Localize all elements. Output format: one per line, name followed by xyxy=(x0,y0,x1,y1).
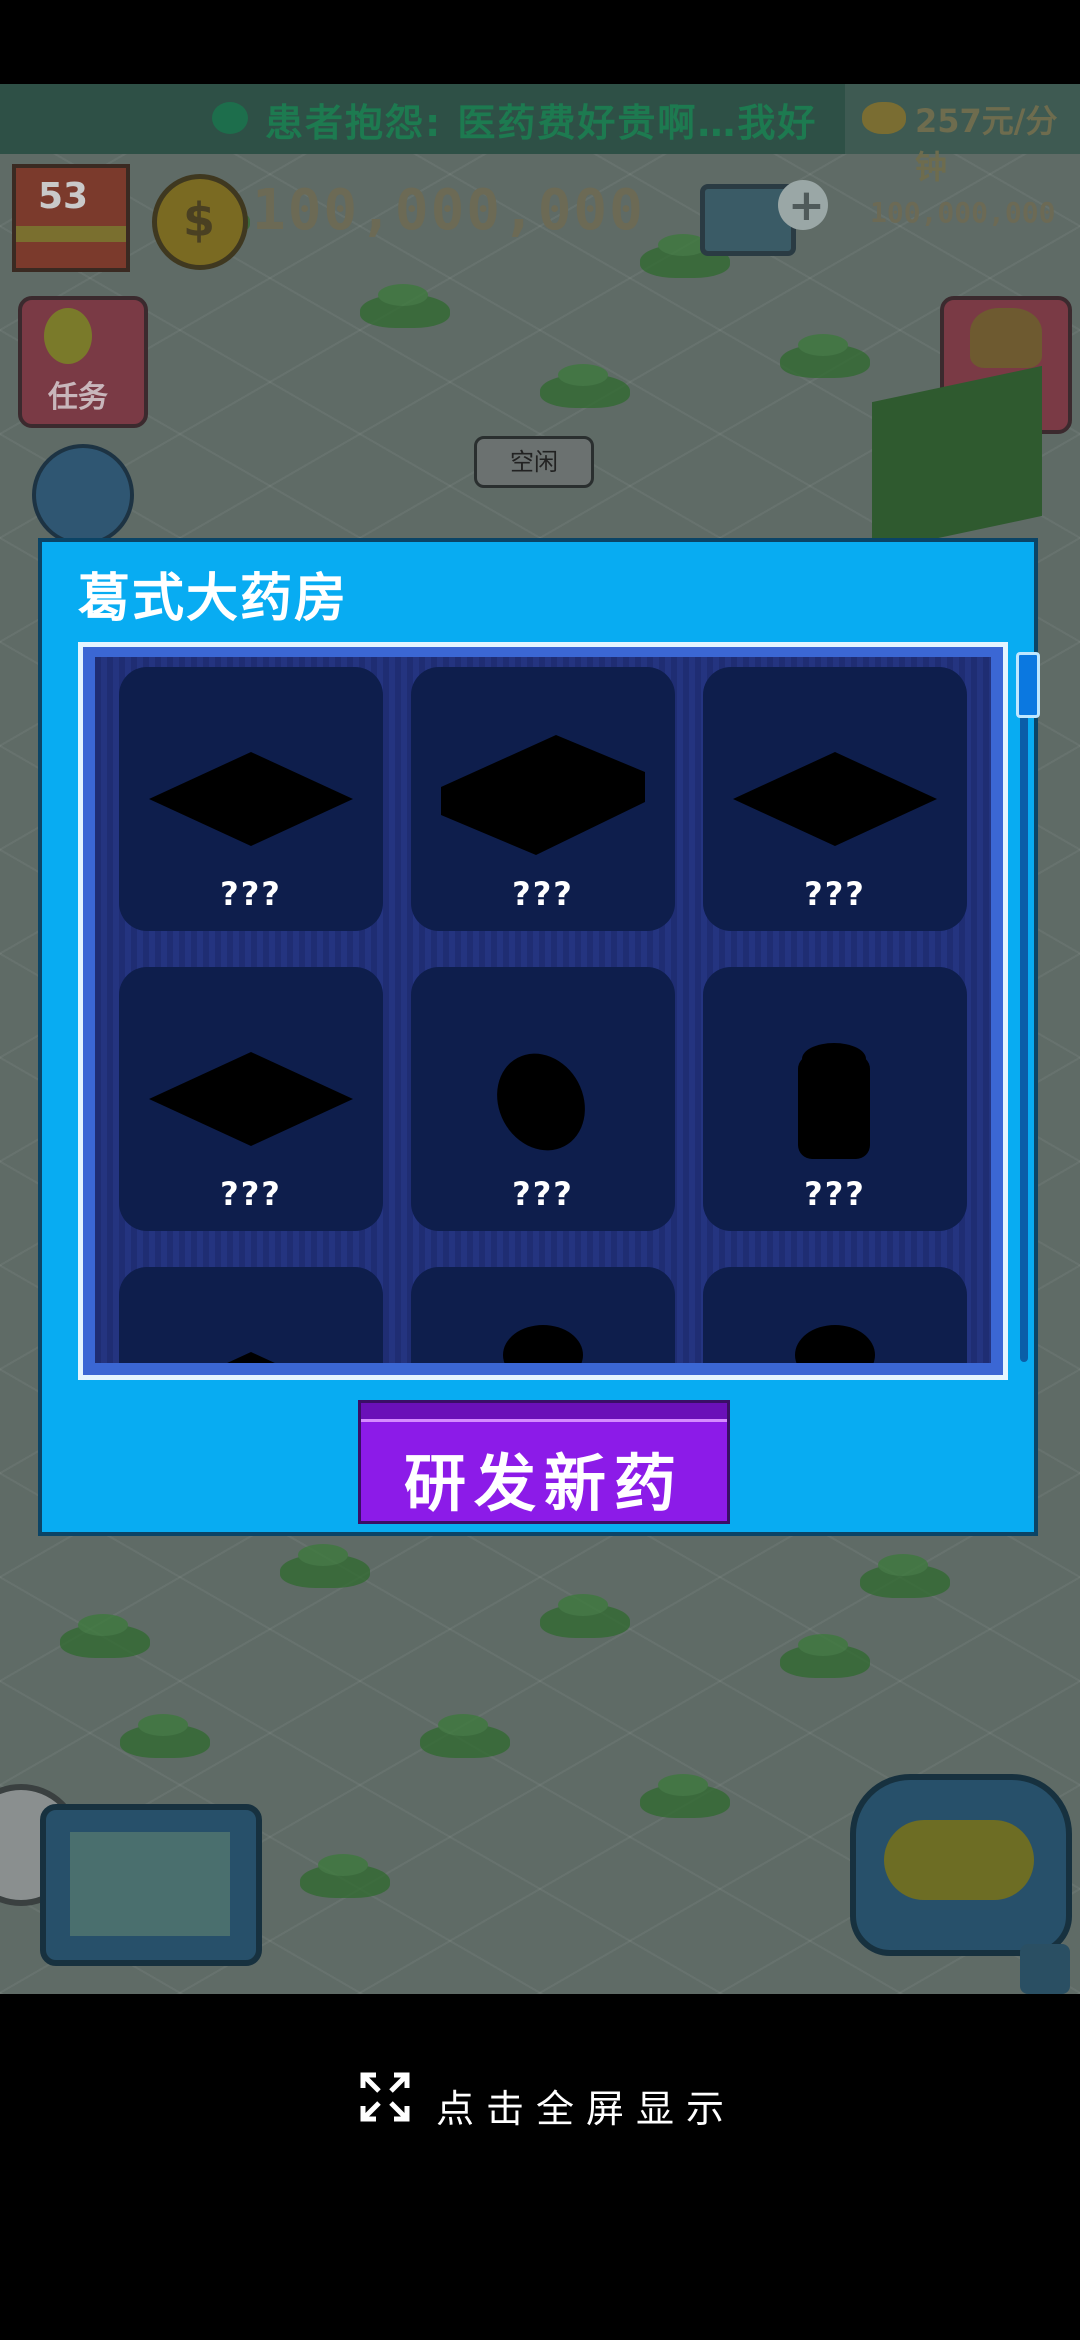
pharmacy-dialog: 葛式大药房 ?????????????????? 研发新药 xyxy=(38,538,1040,1536)
level-number: 53 xyxy=(38,176,89,217)
medicine-name: ??? xyxy=(804,875,866,913)
medicine-card[interactable]: ??? xyxy=(411,667,675,931)
bush-decoration xyxy=(280,1544,370,1588)
cat-capsule-button[interactable] xyxy=(850,1774,1072,1956)
bush-decoration xyxy=(640,1774,730,1818)
develop-new-drug-button[interactable]: 研发新药 xyxy=(358,1400,730,1524)
medicine-card[interactable]: ??? xyxy=(119,667,383,931)
task-label: 任务 xyxy=(48,380,108,415)
medicine-card[interactable] xyxy=(411,1267,675,1363)
level-flag[interactable]: 53 xyxy=(12,164,130,272)
medicine-silhouette-icon xyxy=(503,1325,583,1363)
add-coins-button[interactable]: + xyxy=(778,180,828,231)
medicine-name: ??? xyxy=(804,1175,866,1213)
medicine-grid-frame: ?????????????????? xyxy=(78,642,1008,1380)
lightbulb-icon xyxy=(44,308,92,364)
bush-decoration xyxy=(540,364,630,408)
expand-icon xyxy=(360,2072,410,2122)
bush-decoration xyxy=(860,1554,950,1598)
secondary-balance: 100,000,000 xyxy=(870,196,1056,229)
bush-decoration xyxy=(780,1634,870,1678)
flag-stripe xyxy=(16,226,126,242)
medicine-silhouette-icon xyxy=(227,1352,275,1363)
medicine-name: ??? xyxy=(512,875,574,913)
medicine-silhouette-icon xyxy=(795,1325,875,1363)
medicine-name: ??? xyxy=(220,875,282,913)
complaint-text: 患者抱怨: 医药费好贵啊…我好 xyxy=(265,101,818,145)
complaint-banner: 患者抱怨: 医药费好贵啊…我好 257元/分钟 xyxy=(0,84,1080,186)
burger-icon xyxy=(970,308,1042,368)
bush-decoration xyxy=(120,1714,210,1758)
ambulance-button[interactable] xyxy=(32,444,134,546)
bush-decoration xyxy=(420,1714,510,1758)
medicine-card[interactable]: ??? xyxy=(411,967,675,1231)
medicine-card[interactable]: ??? xyxy=(703,667,967,931)
medicine-card[interactable]: ??? xyxy=(119,967,383,1231)
plus-icon: + xyxy=(788,180,825,231)
medicine-name: ??? xyxy=(220,1175,282,1213)
piggy-bank-icon xyxy=(862,102,906,134)
scrollbar-track[interactable] xyxy=(1020,652,1028,1362)
medicine-grid[interactable]: ?????????????????? xyxy=(95,657,991,1363)
building-decoration xyxy=(872,365,1042,553)
medicine-card[interactable] xyxy=(703,1267,967,1363)
tv-menu-button[interactable] xyxy=(40,1804,262,1966)
tv-screen xyxy=(70,1832,230,1936)
bush-decoration xyxy=(540,1594,630,1638)
status-bubble-text: 空闲 xyxy=(510,448,558,476)
medicine-card[interactable]: ??? xyxy=(703,967,967,1231)
coin-balance: 100,000,000 xyxy=(252,178,645,243)
dialog-title: 葛式大药房 xyxy=(78,569,349,629)
coin-icon: $ xyxy=(152,174,248,270)
medicine-name: ??? xyxy=(512,1175,574,1213)
income-rate: 257元/分钟 xyxy=(915,102,1058,186)
scrollbar-thumb[interactable] xyxy=(1016,652,1040,718)
bush-decoration xyxy=(780,334,870,378)
bush-decoration xyxy=(60,1614,150,1658)
medicine-grid-border: ?????????????????? xyxy=(83,647,1003,1375)
status-bubble: 空闲 xyxy=(474,436,594,488)
medicine-card[interactable] xyxy=(119,1267,383,1363)
chat-icon xyxy=(212,102,248,134)
bush-decoration xyxy=(300,1854,390,1898)
capsule-window xyxy=(884,1820,1034,1900)
task-button[interactable]: 任务 xyxy=(18,296,148,428)
develop-button-label: 研发新药 xyxy=(403,1447,684,1520)
button-highlight xyxy=(361,1403,727,1422)
fullscreen-label: 点击全屏显示 xyxy=(436,2087,737,2131)
lightning-icon[interactable] xyxy=(1020,1944,1070,1994)
bush-decoration xyxy=(360,284,450,328)
